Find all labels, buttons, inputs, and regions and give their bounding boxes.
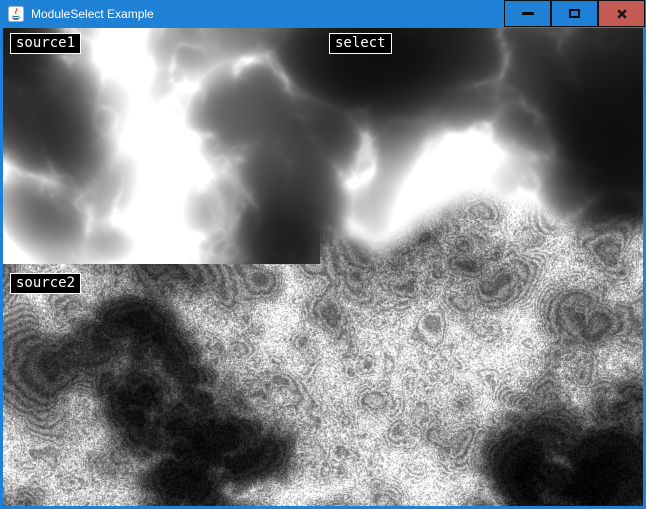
window-controls: [504, 0, 645, 27]
minimize-button[interactable]: [504, 0, 551, 27]
source1-label: source1: [10, 33, 81, 54]
window-title: ModuleSelect Example: [31, 7, 154, 21]
close-icon: [616, 8, 628, 20]
select-label: select: [329, 33, 392, 54]
close-button[interactable]: [598, 0, 645, 27]
app-window: ModuleSelect Example source1 select sour…: [0, 0, 646, 509]
source2-label: source2: [10, 273, 81, 294]
titlebar[interactable]: ModuleSelect Example: [0, 0, 646, 28]
source1-noise-image: [3, 28, 320, 264]
maximize-button[interactable]: [551, 0, 598, 27]
minimize-icon: [522, 12, 534, 15]
maximize-icon: [569, 9, 580, 18]
render-area: source1 select source2: [3, 28, 643, 506]
java-app-icon: [8, 6, 24, 22]
